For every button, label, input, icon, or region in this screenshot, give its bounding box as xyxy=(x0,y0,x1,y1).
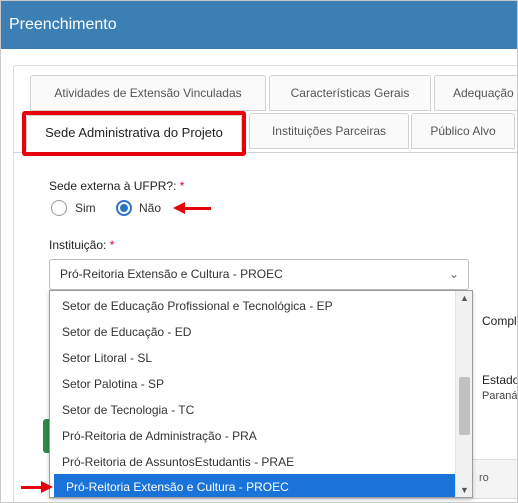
option-setor-ed[interactable]: Setor de Educação - ED xyxy=(50,319,455,345)
institution-required-mark: * xyxy=(109,238,115,252)
annotation-arrow-nao xyxy=(183,207,211,210)
annotation-arrowhead-proec xyxy=(41,481,53,493)
radio-sim[interactable] xyxy=(51,200,67,216)
app-window: Preenchimento Atividades de Extensão Vin… xyxy=(0,0,518,503)
tab-caracteristicas-gerais[interactable]: Características Gerais xyxy=(269,75,431,111)
option-pra[interactable]: Pró-Reitoria de Administração - PRA xyxy=(50,423,455,449)
option-prae[interactable]: Pró-Reitoria de AssuntosEstudantis - PRA… xyxy=(50,449,455,475)
tab-atividades-extensao[interactable]: Atividades de Extensão Vinculadas xyxy=(30,75,266,111)
annotation-arrowhead-nao xyxy=(173,202,185,214)
institution-label-text: Instituição: xyxy=(49,238,107,252)
institution-select[interactable]: Pró-Reitoria Extensão e Cultura - PROEC … xyxy=(49,259,469,290)
radio-sim-label: Sim xyxy=(75,201,96,215)
external-seat-label-text: Sede externa à UFPR?: xyxy=(49,179,177,193)
grid-header-fragment: ro xyxy=(479,472,489,484)
radio-nao-label: Não xyxy=(139,201,162,215)
dropdown-scrollbar[interactable]: ▲ ▼ xyxy=(455,291,472,497)
required-mark: * xyxy=(179,179,185,193)
institution-label: Instituição: * xyxy=(49,238,114,252)
option-setor-ep[interactable]: Setor de Educação Profissional e Tecnoló… xyxy=(50,293,455,319)
highlight-box xyxy=(22,111,246,156)
option-setor-sp[interactable]: Setor Palotina - SP xyxy=(50,371,455,397)
window-title: Preenchimento xyxy=(1,1,517,49)
option-setor-tc[interactable]: Setor de Tecnologia - TC xyxy=(50,397,455,423)
option-setor-sl[interactable]: Setor Litoral - SL xyxy=(50,345,455,371)
external-seat-label: Sede externa à UFPR?: * xyxy=(49,179,184,193)
scroll-down-icon[interactable]: ▼ xyxy=(460,485,469,495)
estado-label-partial: Estado xyxy=(482,373,518,387)
complement-label-partial: Compl xyxy=(482,314,517,328)
option-proec-selected[interactable]: Pró-Reitoria Extensão e Cultura - PROEC xyxy=(54,474,455,497)
institution-select-value: Pró-Reitoria Extensão e Cultura - PROEC xyxy=(60,267,283,281)
institution-dropdown-list[interactable]: Setor de Educação Profissional e Tecnoló… xyxy=(49,290,473,498)
scrollbar-thumb[interactable] xyxy=(459,377,470,435)
scroll-up-icon[interactable]: ▲ xyxy=(460,293,469,303)
tab-adequacao[interactable]: Adequação xyxy=(434,75,517,111)
chevron-down-icon: ⌄ xyxy=(448,267,459,281)
tab-instituicoes-parceiras[interactable]: Instituições Parceiras xyxy=(249,113,409,149)
tab-publico-alvo[interactable]: Público Alvo xyxy=(411,113,515,149)
estado-value-partial: Paraná xyxy=(482,390,518,402)
radio-nao[interactable] xyxy=(116,200,132,216)
